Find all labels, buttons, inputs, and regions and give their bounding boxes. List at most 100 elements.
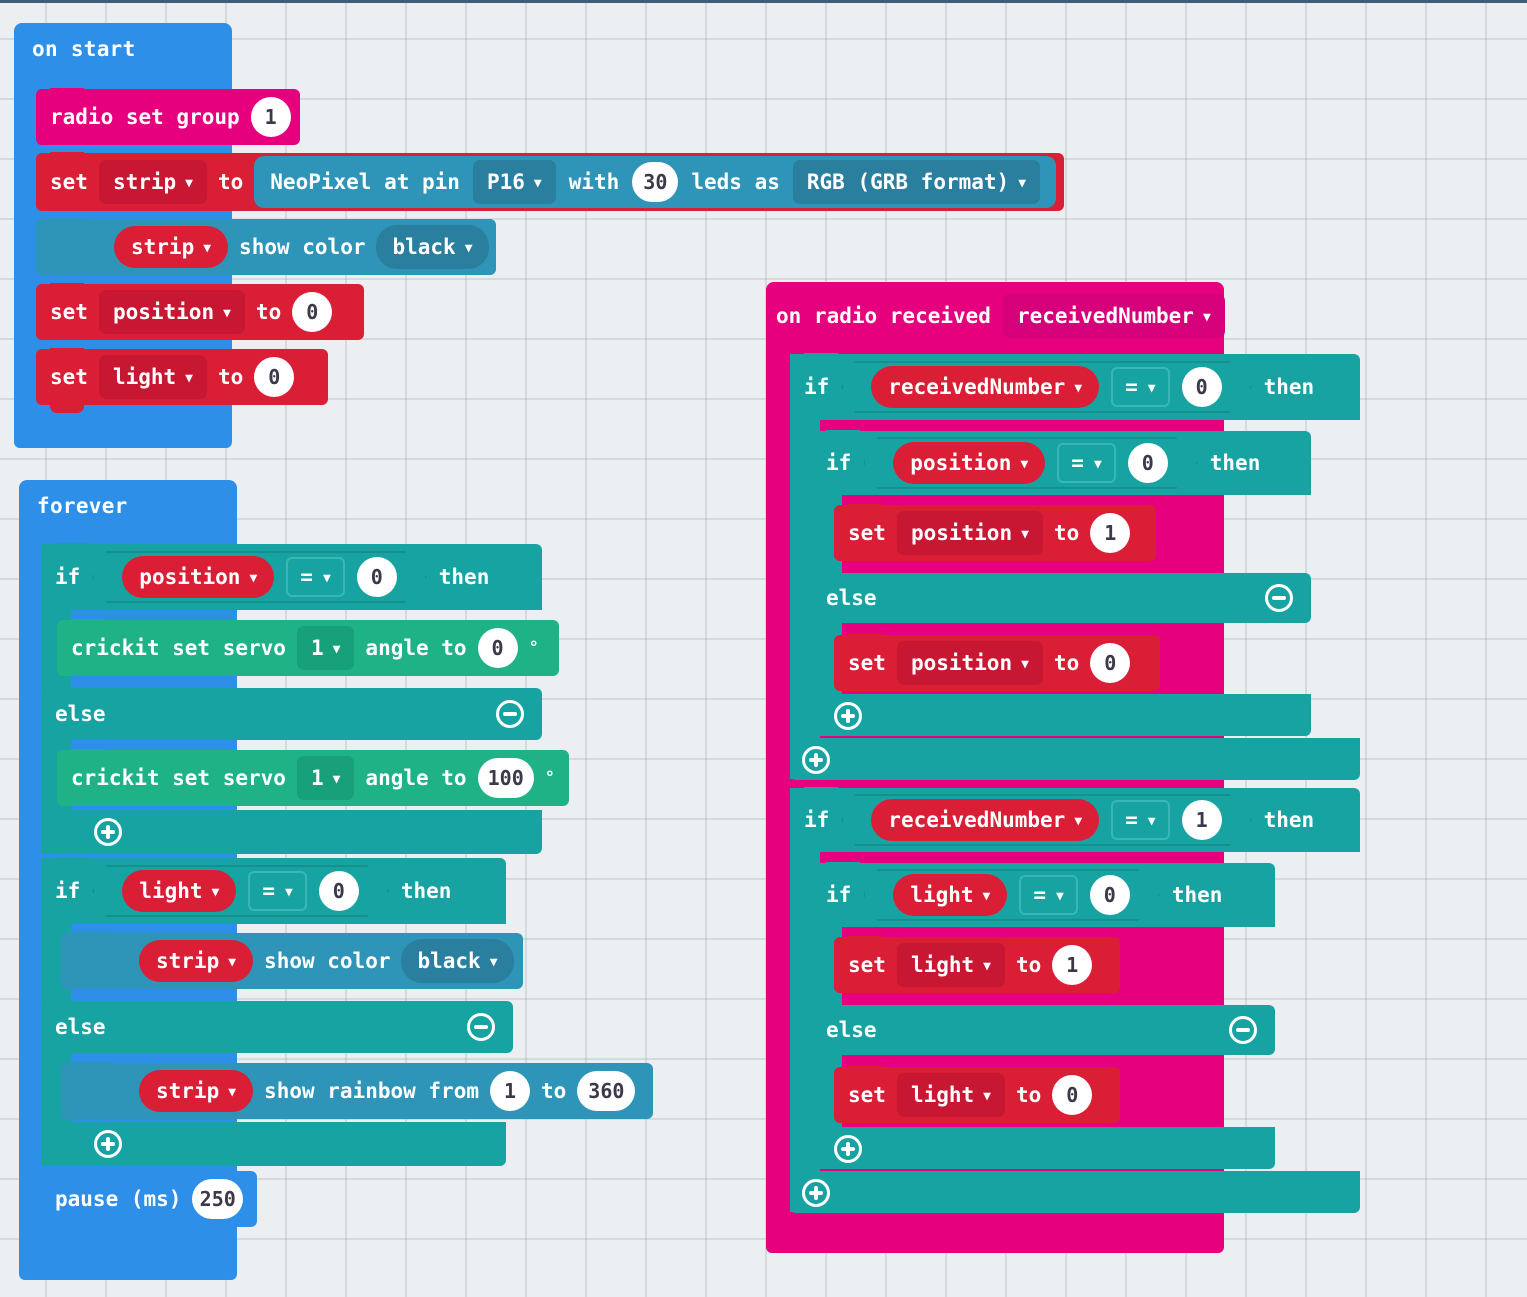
on-radio-received-header[interactable]: on radio received receivedNumber ▼ (766, 282, 1225, 350)
neopixel-create-block[interactable]: NeoPixel at pin P16 ▼ with 30 leds as RG… (254, 156, 1057, 208)
if-light-footer[interactable] (41, 1122, 506, 1166)
variable-light[interactable]: light ▼ (122, 870, 237, 912)
comparison-operator-dropdown[interactable]: = ▼ (286, 557, 345, 597)
if-position-inner-header[interactable]: if position ▼ = ▼ 0 then (812, 430, 1311, 495)
if-position-inner-footer[interactable] (812, 694, 1311, 736)
set-position-to-one-block[interactable]: set position ▼ to 1 (834, 504, 1156, 561)
variable-dropdown-strip[interactable]: strip ▼ (98, 160, 207, 204)
if-position-header[interactable]: if position ▼ = ▼ 0 then (41, 543, 542, 610)
variable-dropdown-position[interactable]: position ▼ (896, 641, 1043, 685)
if-received-one-footer[interactable] (790, 1171, 1360, 1213)
add-else-icon[interactable] (834, 702, 862, 730)
rainbow-to-input[interactable]: 360 (577, 1071, 636, 1111)
variable-dropdown-position[interactable]: position ▼ (896, 511, 1043, 555)
add-else-icon[interactable] (834, 1135, 862, 1163)
rainbow-from-input[interactable]: 1 (489, 1071, 530, 1111)
variable-position[interactable]: position ▼ (893, 442, 1046, 484)
comparison-operator-dropdown[interactable]: = ▼ (1057, 443, 1116, 483)
with-label: with (568, 170, 620, 194)
blocks-workspace[interactable]: on start radio set group 1 set strip ▼ t… (0, 0, 1527, 1297)
pause-value-input[interactable]: 250 (192, 1179, 243, 1219)
variable-position[interactable]: position ▼ (122, 556, 275, 598)
if-light-inner-footer[interactable] (812, 1127, 1275, 1169)
compare-value-input[interactable]: 1 (1181, 800, 1222, 840)
comparison-operator-dropdown[interactable]: = ▼ (1111, 800, 1170, 840)
condition-position-equals[interactable]: position ▼ = ▼ 0 (92, 551, 426, 603)
condition-position-equals-zero[interactable]: position ▼ = ▼ 0 (863, 437, 1197, 489)
servo-number-dropdown[interactable]: 1 ▼ (296, 756, 355, 800)
compare-value-input[interactable]: 0 (1181, 367, 1222, 407)
else-row-light-inner[interactable]: else (812, 1005, 1275, 1055)
compare-value-input[interactable]: 0 (1127, 443, 1168, 483)
crickit-set-servo-block-100[interactable]: crickit set servo 1 ▼ angle to 100 ° (57, 749, 569, 806)
variable-dropdown-strip[interactable]: strip ▼ (139, 940, 254, 982)
else-row-position[interactable]: else (41, 688, 542, 740)
add-else-icon[interactable] (802, 1179, 830, 1207)
comparison-operator-dropdown[interactable]: = ▼ (248, 871, 307, 911)
servo-number-dropdown[interactable]: 1 ▼ (296, 626, 355, 670)
if-light-header[interactable]: if light ▼ = ▼ 0 then (41, 857, 506, 924)
variable-received-number[interactable]: receivedNumber ▼ (871, 366, 1100, 408)
set-light-block[interactable]: set light ▼ to 0 (36, 348, 328, 413)
variable-dropdown-strip[interactable]: strip ▼ (114, 226, 229, 268)
if-light-inner-header[interactable]: if light ▼ = ▼ 0 then (812, 862, 1275, 927)
strip-show-color-block-forever[interactable]: strip ▼ show color black ▼ (61, 932, 523, 989)
position-value-input[interactable]: 0 (1090, 643, 1131, 683)
servo-angle-input[interactable]: 0 (477, 628, 518, 668)
variable-light[interactable]: light ▼ (893, 874, 1008, 916)
variable-dropdown-light[interactable]: light ▼ (98, 355, 207, 399)
if-label: if (826, 883, 852, 907)
radio-group-value[interactable]: 1 (250, 97, 291, 137)
variable-dropdown-light[interactable]: light ▼ (896, 943, 1005, 987)
add-else-icon[interactable] (94, 818, 122, 846)
pin-dropdown[interactable]: P16 ▼ (472, 160, 556, 204)
light-value-input[interactable]: 1 (1052, 945, 1093, 985)
set-position-to-zero-block[interactable]: set position ▼ to 0 (834, 634, 1160, 691)
add-else-icon[interactable] (802, 746, 830, 774)
comparison-operator-dropdown[interactable]: = ▼ (1111, 367, 1170, 407)
received-number-parameter[interactable]: receivedNumber ▼ (1002, 294, 1225, 338)
else-row-position-inner[interactable]: else (812, 573, 1311, 623)
remove-else-icon[interactable] (467, 1013, 495, 1041)
light-value-input[interactable]: 0 (1052, 1075, 1093, 1115)
compare-value-input[interactable]: 0 (318, 871, 359, 911)
set-light-to-one-block[interactable]: set light ▼ to 1 (834, 936, 1120, 993)
add-else-icon[interactable] (94, 1130, 122, 1158)
else-row-light[interactable]: else (41, 1001, 513, 1053)
remove-else-icon[interactable] (496, 700, 524, 728)
condition-received-equals-zero[interactable]: receivedNumber ▼ = ▼ 0 (841, 361, 1251, 413)
pause-block[interactable]: pause (ms) 250 (41, 1170, 257, 1235)
chevron-down-icon: ▼ (249, 570, 258, 586)
comparison-operator-dropdown[interactable]: = ▼ (1019, 875, 1078, 915)
servo-angle-input[interactable]: 100 (477, 758, 534, 798)
if-received-zero-footer[interactable] (790, 738, 1360, 780)
remove-else-icon[interactable] (1265, 584, 1293, 612)
condition-light-equals-zero[interactable]: light ▼ = ▼ 0 (863, 869, 1160, 921)
set-strip-block[interactable]: set strip ▼ to NeoPixel at pin P16 ▼ wit… (36, 152, 1064, 211)
strip-show-color-block[interactable]: strip ▼ show color black ▼ (36, 218, 496, 275)
strip-show-rainbow-block[interactable]: strip ▼ show rainbow from 1 to 360 (61, 1062, 653, 1119)
condition-received-equals-one[interactable]: receivedNumber ▼ = ▼ 1 (841, 794, 1251, 846)
position-value-input[interactable]: 0 (292, 292, 333, 332)
if-received-one-header[interactable]: if receivedNumber ▼ = ▼ 1 then (790, 787, 1360, 852)
variable-received-number[interactable]: receivedNumber ▼ (871, 799, 1100, 841)
crickit-set-servo-block-0[interactable]: crickit set servo 1 ▼ angle to 0 ° (57, 619, 559, 676)
set-position-block[interactable]: set position ▼ to 0 (36, 283, 364, 340)
remove-else-icon[interactable] (1229, 1016, 1257, 1044)
variable-dropdown-light[interactable]: light ▼ (896, 1073, 1005, 1117)
rgb-format-dropdown[interactable]: RGB (GRB format) ▼ (792, 160, 1041, 204)
compare-value-input[interactable]: 0 (1089, 875, 1130, 915)
variable-dropdown-strip[interactable]: strip ▼ (139, 1070, 254, 1112)
color-dropdown[interactable]: black ▼ (376, 225, 489, 269)
variable-dropdown-position[interactable]: position ▼ (98, 290, 245, 334)
compare-value-input[interactable]: 0 (356, 557, 397, 597)
radio-set-group-block[interactable]: radio set group 1 (36, 88, 300, 145)
color-dropdown[interactable]: black ▼ (401, 939, 514, 983)
if-position-footer[interactable] (41, 810, 542, 854)
led-count-input[interactable]: 30 (632, 162, 679, 202)
set-light-to-zero-block[interactable]: set light ▼ to 0 (834, 1066, 1120, 1123)
if-received-zero-header[interactable]: if receivedNumber ▼ = ▼ 0 then (790, 353, 1360, 420)
position-value-input[interactable]: 1 (1090, 513, 1131, 553)
condition-light-equals[interactable]: light ▼ = ▼ 0 (92, 865, 389, 917)
light-value-input[interactable]: 0 (254, 357, 295, 397)
